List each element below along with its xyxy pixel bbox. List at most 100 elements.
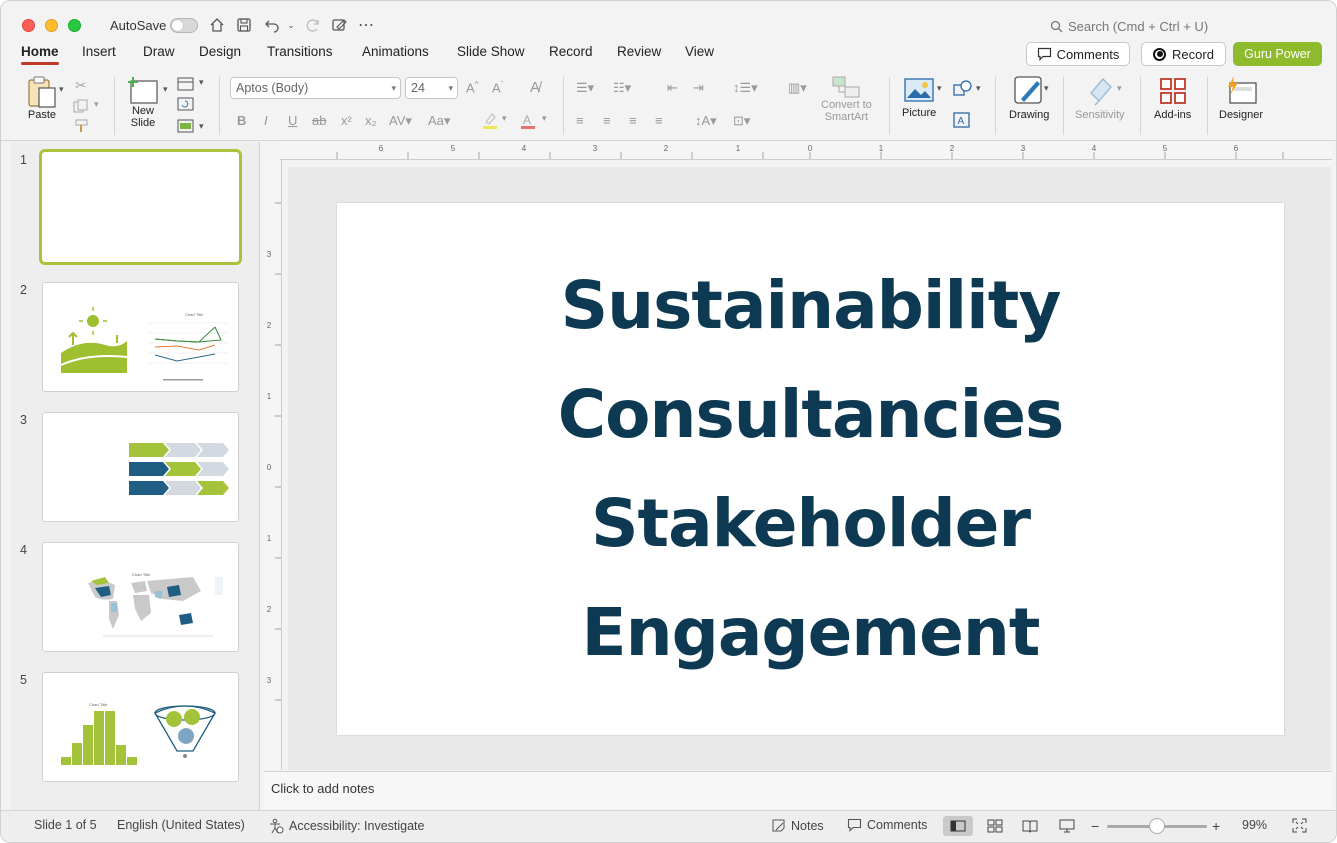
slide-thumbnail-1[interactable]	[39, 149, 242, 265]
autosave-toggle[interactable]	[170, 18, 198, 33]
tab-animations[interactable]: Animations	[362, 44, 429, 59]
sensitivity-dropdown-icon[interactable]: ▾	[1117, 83, 1122, 94]
align-text-icon[interactable]: ⊡▾	[733, 113, 750, 129]
accessibility-status[interactable]: Accessibility: Investigate	[268, 818, 424, 834]
line-spacing-icon[interactable]: ↕☰▾	[733, 80, 758, 96]
search-box[interactable]: Search (Cmd + Ctrl + U)	[1050, 19, 1208, 34]
save-icon[interactable]	[234, 15, 254, 35]
new-slide-dropdown-icon[interactable]: ▾	[163, 84, 168, 95]
reset-icon[interactable]	[177, 97, 195, 111]
more-options-icon[interactable]: ⋯	[356, 15, 376, 35]
guru-power-button[interactable]: Guru Power	[1233, 42, 1322, 66]
clear-formatting-icon[interactable]: A̸	[530, 79, 540, 96]
normal-view-button[interactable]	[943, 816, 973, 836]
superscript-icon[interactable]: x²	[341, 113, 352, 128]
slide-thumbnail-4[interactable]: Chart Title	[42, 542, 239, 652]
new-slide-button[interactable]: New Slide	[127, 75, 159, 129]
highlight-color-icon[interactable]	[482, 112, 498, 130]
tab-insert[interactable]: Insert	[82, 44, 116, 59]
slide-thumbnail-2[interactable]: Chart Title	[42, 282, 239, 392]
tab-home[interactable]: Home	[21, 44, 59, 65]
language-status[interactable]: English (United States)	[117, 818, 245, 832]
change-case-icon[interactable]: Aa▾	[428, 113, 450, 129]
decrease-indent-icon[interactable]: ⇤	[667, 80, 678, 96]
home-icon[interactable]	[207, 15, 227, 35]
drawing-button[interactable]: Drawing	[1009, 75, 1049, 121]
shapes-dropdown-icon[interactable]: ▾	[976, 83, 981, 94]
copy-icon[interactable]	[73, 99, 89, 113]
zoom-out-button[interactable]: −	[1091, 818, 1099, 834]
tab-review[interactable]: Review	[617, 44, 661, 59]
character-spacing-icon[interactable]: AV▾	[389, 113, 412, 129]
subscript-icon[interactable]: x₂	[365, 113, 377, 128]
section-icon[interactable]	[177, 119, 195, 133]
undo-dropdown-icon[interactable]: ⌄	[281, 15, 301, 35]
comments-button[interactable]: Comments	[1026, 42, 1130, 66]
font-name-select[interactable]: Aptos (Body) ▾	[230, 77, 401, 99]
tab-draw[interactable]: Draw	[143, 44, 175, 59]
strikethrough-icon[interactable]: ab	[312, 113, 326, 128]
reading-view-button[interactable]	[1015, 816, 1045, 836]
tab-transitions[interactable]: Transitions	[267, 44, 333, 59]
text-direction-icon[interactable]: ↕A▾	[695, 113, 717, 129]
maximize-window-button[interactable]	[68, 19, 81, 32]
font-size-select[interactable]: 24 ▾	[405, 77, 458, 99]
current-slide[interactable]: Sustainability Consultancies Stakeholder…	[337, 203, 1284, 735]
vertical-ruler[interactable]: 3 2 1 0 1 2 3	[264, 160, 282, 770]
zoom-slider-handle[interactable]	[1149, 818, 1165, 834]
bold-icon[interactable]: B	[237, 113, 246, 128]
slide-thumbnail-3[interactable]	[42, 412, 239, 522]
tab-view[interactable]: View	[685, 44, 714, 59]
underline-icon[interactable]: U	[288, 113, 297, 128]
close-window-button[interactable]	[22, 19, 35, 32]
columns-icon[interactable]: ▥▾	[788, 80, 807, 96]
slide-sorter-button[interactable]	[980, 816, 1010, 836]
align-left-icon[interactable]: ≡	[576, 113, 584, 128]
add-ins-button[interactable]: Add-ins	[1154, 75, 1191, 121]
drawing-dropdown-icon[interactable]: ▾	[1044, 83, 1049, 94]
sensitivity-button[interactable]: Sensitivity	[1075, 75, 1125, 121]
section-dropdown-icon[interactable]: ▾	[199, 121, 204, 132]
bullets-icon[interactable]: ☰▾	[576, 80, 594, 96]
paste-dropdown-icon[interactable]: ▾	[59, 84, 64, 95]
notes-pane[interactable]: Click to add notes	[264, 771, 1332, 809]
zoom-in-button[interactable]: +	[1212, 818, 1220, 834]
align-center-icon[interactable]: ≡	[603, 113, 611, 128]
decrease-font-size-icon[interactable]: Aˇ	[492, 80, 503, 95]
undo-icon[interactable]	[262, 15, 282, 35]
customize-icon[interactable]	[329, 15, 349, 35]
tab-record[interactable]: Record	[549, 44, 593, 59]
zoom-level[interactable]: 99%	[1242, 818, 1267, 832]
horizontal-ruler[interactable]: 6 5 4 3 2 1 0 1 2 3 4 5 6	[280, 142, 1332, 160]
layout-dropdown-icon[interactable]: ▾	[199, 77, 204, 88]
notes-toggle-button[interactable]: Notes	[771, 818, 824, 833]
slide-title-line-1[interactable]: Sustainability	[561, 251, 1062, 360]
align-right-icon[interactable]: ≡	[629, 113, 637, 128]
picture-dropdown-icon[interactable]: ▾	[937, 83, 942, 94]
font-color-dropdown-icon[interactable]: ▾	[542, 113, 547, 124]
font-color-icon[interactable]: A	[520, 112, 536, 130]
comments-toggle-button[interactable]: Comments	[847, 818, 927, 832]
cut-icon[interactable]: ✂	[75, 77, 87, 94]
designer-button[interactable]: Designer	[1219, 75, 1263, 121]
slide-title-line-3[interactable]: Stakeholder	[591, 469, 1031, 578]
numbering-icon[interactable]: ☷▾	[613, 80, 631, 96]
slideshow-view-button[interactable]	[1052, 816, 1082, 836]
justify-icon[interactable]: ≡	[655, 113, 663, 128]
picture-button[interactable]: Picture	[902, 77, 936, 119]
increase-font-size-icon[interactable]: A^	[466, 80, 478, 95]
tab-design[interactable]: Design	[199, 44, 241, 59]
record-button[interactable]: Record	[1141, 42, 1226, 66]
slide-title-line-4[interactable]: Engagement	[582, 578, 1041, 687]
format-painter-icon[interactable]	[74, 119, 90, 133]
slide-thumbnail-5[interactable]: Chart Title	[42, 672, 239, 782]
tab-slide-show[interactable]: Slide Show	[457, 44, 525, 59]
convert-smartart-button[interactable]: Convert to SmartArt	[821, 75, 872, 123]
layout-icon[interactable]	[177, 77, 195, 91]
slide-title-line-2[interactable]: Consultancies	[558, 360, 1065, 469]
fit-to-window-button[interactable]	[1292, 818, 1307, 833]
shapes-icon[interactable]	[953, 80, 973, 98]
copy-dropdown-icon[interactable]: ▾	[94, 99, 99, 110]
minimize-window-button[interactable]	[45, 19, 58, 32]
italic-icon[interactable]: I	[264, 113, 268, 128]
